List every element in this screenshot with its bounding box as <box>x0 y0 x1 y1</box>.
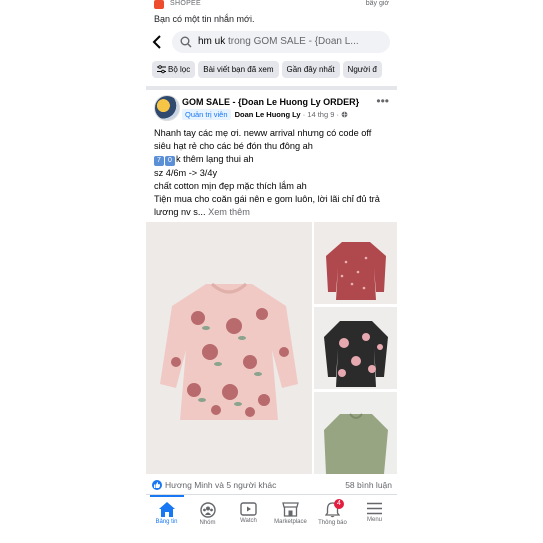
filter-chip-people[interactable]: Người đ <box>342 61 382 78</box>
post-line: siêu hạt rẻ cho các bé đón thu đông ah <box>154 141 313 152</box>
nav-tab-marketplace[interactable]: Marketplace <box>270 495 311 535</box>
post-line: chất cotton mịn đẹp mặc thích lắm ah <box>154 180 307 191</box>
nav-label: Watch <box>240 518 257 524</box>
filter-chips: Bộ lọc Bài viết bạn đã xem Gần đây nhất Ngư… <box>152 61 397 79</box>
comments-count[interactable]: 58 bình luận <box>345 480 392 490</box>
nav-tab-groups[interactable]: Nhóm <box>187 495 228 535</box>
more-options-icon[interactable]: ••• <box>376 94 389 108</box>
marketplace-icon <box>282 502 299 517</box>
admin-badge: Quản trị viên <box>182 109 231 120</box>
nav-label: Nhóm <box>199 520 216 526</box>
post-photos <box>146 222 397 474</box>
notification-message: Bạn có một tin nhắn mới. <box>154 14 255 24</box>
section-divider <box>146 86 397 90</box>
post-line: k thêm lạng thui ah <box>176 154 254 165</box>
back-arrow-icon[interactable] <box>152 35 162 52</box>
see-more-link[interactable]: Xem thêm <box>208 207 250 217</box>
filter-chip-settings[interactable]: Bộ lọc <box>152 61 196 78</box>
filter-chip-seen-posts[interactable]: Bài viết bạn đã xem <box>198 61 279 78</box>
sliders-icon <box>157 65 166 74</box>
search-query: hm uk trong GOM SALE - {Doan L... <box>198 36 359 47</box>
like-icon <box>152 480 162 490</box>
notification-count-badge: 4 <box>334 499 344 509</box>
group-name-link[interactable]: GOM SALE - {Doan Le Huong Ly ORDER} <box>182 97 359 107</box>
post-line: sz 4/6m -> 3/4y <box>154 167 218 178</box>
post-meta: Quản trị viên Doan Le Huong Ly · 14 thg … <box>182 109 348 120</box>
post-line: Tiện mua cho coăn gái nên e gom luôn, lờ… <box>154 194 380 205</box>
post-line-last: lương nv s... Xem thêm <box>154 206 390 219</box>
nav-tab-menu[interactable]: Menu <box>354 495 395 535</box>
keycap-digit-icon: 7 <box>154 156 164 167</box>
author-name[interactable]: Doan Le Huong Ly <box>235 110 301 119</box>
group-avatar[interactable] <box>154 95 180 121</box>
filter-chip-label: Bộ lọc <box>168 65 191 74</box>
post-line: Nhanh tay các mẹ ơi. neww arrival nhưng … <box>154 128 372 138</box>
push-notification[interactable]: SHOPEE bây giờ Bạn có một tin nhắn mới. <box>146 0 397 30</box>
post-line-price: 70k thêm lạng thui ah <box>154 153 390 167</box>
notification-time: bây giờ <box>365 0 389 7</box>
post-body: Nhanh tay các mẹ ơi. neww arrival nhưng … <box>154 127 390 219</box>
filter-chip-recent[interactable]: Gần đây nhất <box>281 61 340 78</box>
menu-icon <box>367 502 382 515</box>
post-line: lương nv s... <box>154 207 206 218</box>
notification-app-name: SHOPEE <box>170 0 201 7</box>
nav-tab-notifications[interactable]: 4 Thông báo <box>312 495 353 535</box>
reactions-bar[interactable]: Hương Minh và 5 người khác 58 bình luận <box>152 480 392 494</box>
groups-icon <box>199 502 216 518</box>
shopee-app-icon <box>154 0 164 9</box>
nav-tab-watch[interactable]: Watch <box>228 495 269 535</box>
phone-screen: SHOPEE bây giờ Bạn có một tin nhắn mới. … <box>146 0 397 543</box>
post-header: GOM SALE - {Doan Le Huong Ly ORDER} Quản… <box>146 92 397 126</box>
nav-tab-home[interactable]: Bảng tin <box>146 495 187 535</box>
search-scope: trong GOM SALE - {Doan L... <box>228 36 359 47</box>
search-header: hm uk trong GOM SALE - {Doan L... <box>146 30 397 56</box>
watch-icon <box>240 502 257 516</box>
globe-icon <box>341 111 348 118</box>
nav-label: Menu <box>366 517 382 523</box>
nav-label: Marketplace <box>274 519 307 525</box>
search-input[interactable]: hm uk trong GOM SALE - {Doan L... <box>172 31 390 53</box>
home-icon <box>158 502 175 517</box>
photo-thumb-red-dress[interactable] <box>314 222 397 304</box>
search-icon <box>180 35 192 53</box>
active-tab-indicator <box>150 495 184 497</box>
nav-label: Thông báo <box>318 520 347 526</box>
search-query-text: hm uk <box>198 36 226 47</box>
reactions-text: Hương Minh và 5 người khác <box>165 480 277 490</box>
photo-thumb-black-floral-dress[interactable] <box>314 307 397 389</box>
keycap-digit-icon: 0 <box>165 156 175 167</box>
photo-thumb-green-dress[interactable] <box>314 392 397 474</box>
bottom-nav: Bảng tin Nhóm Watch Marketplace 4 Thông … <box>146 494 397 543</box>
photo-main-pink-dress[interactable] <box>146 222 312 474</box>
nav-label: Bảng tin <box>155 519 178 525</box>
post-date[interactable]: · 14 thg 9 · <box>303 110 339 119</box>
